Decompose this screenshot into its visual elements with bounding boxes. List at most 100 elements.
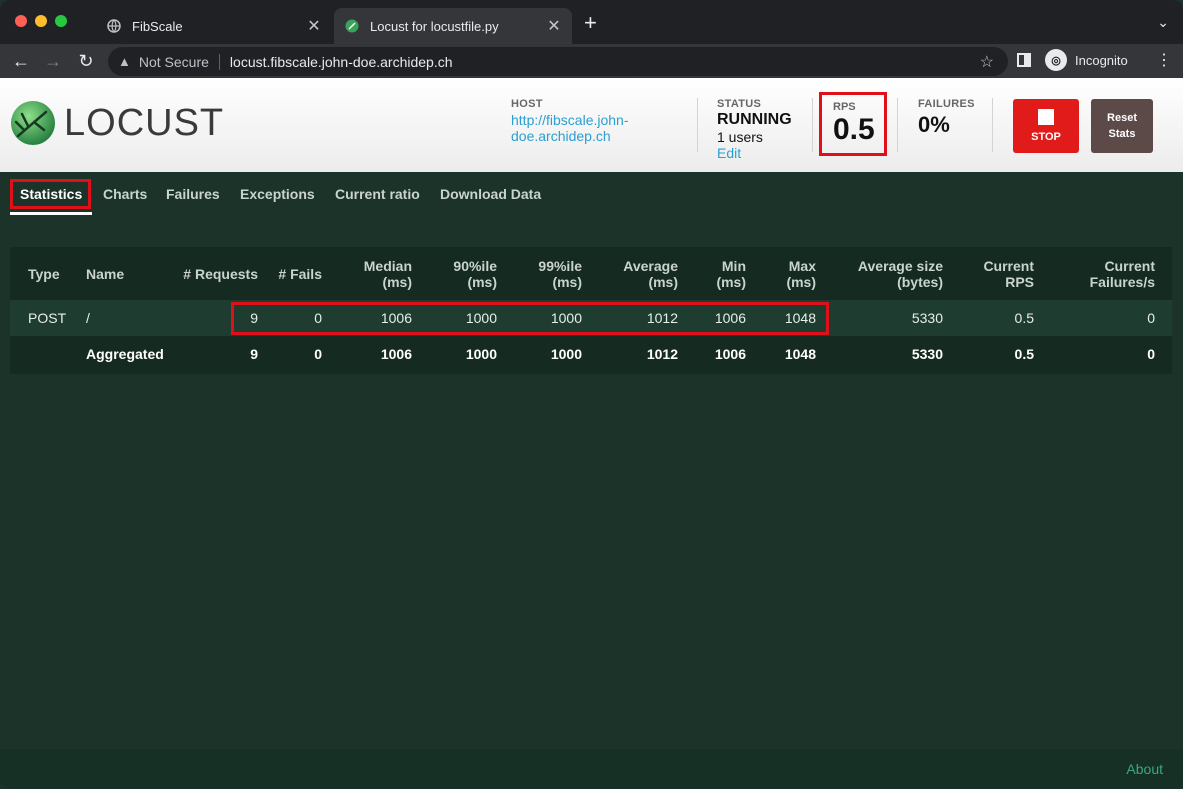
- tab-exceptions[interactable]: Exceptions: [240, 186, 315, 202]
- host-section: HOST http://fibscale.john-doe.archidep.c…: [511, 98, 641, 144]
- col-min-line2: (ms): [716, 274, 746, 290]
- browser-toolbar: ← → ↻ ▲ Not Secure locust.fibscale.john-…: [0, 44, 1183, 78]
- security-label: Not Secure: [138, 53, 209, 70]
- locust-logo[interactable]: LOCUST: [10, 100, 224, 146]
- tab-charts[interactable]: Charts: [103, 186, 147, 202]
- more-menu-icon[interactable]: ⋮: [1156, 50, 1172, 72]
- profile-label: Incognito: [1075, 52, 1128, 68]
- close-tab-icon[interactable]: ✕: [306, 16, 322, 36]
- col-99ile-line2: (ms): [552, 274, 582, 290]
- cell-average-size: 5330: [911, 310, 943, 326]
- cell-max: 1048: [784, 346, 816, 362]
- col-name[interactable]: Name: [86, 266, 124, 282]
- col-99ile[interactable]: 99%ile (ms): [538, 258, 582, 290]
- close-window-button[interactable]: [15, 15, 27, 27]
- cell-name: /: [86, 310, 90, 326]
- cell-90ile: 1000: [465, 346, 497, 362]
- col-requests[interactable]: # Requests: [183, 266, 258, 282]
- browser-window: FibScale ✕ Locust for locustfile.py ✕ + …: [0, 0, 1183, 789]
- col-max-line1: Max: [788, 258, 816, 274]
- cell-99ile: 1000: [550, 346, 582, 362]
- col-average-size[interactable]: Average size (bytes): [858, 258, 943, 290]
- reset-stats-button[interactable]: Reset Stats: [1091, 99, 1153, 153]
- minimize-window-button[interactable]: [35, 15, 47, 27]
- col-current-failures[interactable]: Current Failures/s: [1090, 258, 1155, 290]
- about-link[interactable]: About: [1126, 761, 1163, 777]
- status-section: STATUS RUNNING 1 users Edit: [717, 98, 792, 163]
- cell-name: Aggregated: [86, 346, 164, 362]
- col-median[interactable]: Median (ms): [364, 258, 412, 290]
- row-highlight: [231, 302, 829, 335]
- edit-link[interactable]: Edit: [717, 145, 741, 161]
- col-min[interactable]: Min (ms): [716, 258, 746, 290]
- tab-download-data[interactable]: Download Data: [440, 186, 541, 202]
- stop-button[interactable]: STOP: [1013, 99, 1079, 153]
- divider: [697, 98, 698, 152]
- col-average-line1: Average: [623, 258, 678, 274]
- col-current-rps-line2: RPS: [1005, 274, 1034, 290]
- col-fails[interactable]: # Fails: [278, 266, 322, 282]
- stop-icon: [1038, 109, 1054, 125]
- col-max[interactable]: Max (ms): [786, 258, 816, 290]
- col-min-line1: Min: [721, 258, 746, 274]
- col-max-line2: (ms): [786, 274, 816, 290]
- cell-requests: 9: [250, 346, 258, 362]
- cell-min: 1006: [714, 346, 746, 362]
- bookmark-star-icon[interactable]: ☆: [980, 52, 994, 72]
- failures-label: FAILURES: [918, 98, 975, 110]
- address-bar[interactable]: ▲ Not Secure locust.fibscale.john-doe.ar…: [108, 47, 1008, 76]
- footer: About: [0, 749, 1183, 789]
- locust-icon: [344, 18, 360, 34]
- col-current-rps-line1: Current: [983, 258, 1034, 274]
- window-controls: [15, 15, 67, 27]
- globe-icon: [106, 18, 122, 34]
- user-count: 1 users: [717, 129, 763, 145]
- browser-tab-fibscale[interactable]: FibScale ✕: [96, 8, 332, 44]
- cell-type: POST: [28, 310, 67, 326]
- cell-current-failures: 0: [1147, 346, 1155, 362]
- cell-average: 1012: [646, 346, 678, 362]
- rps-value: 0.5: [833, 113, 875, 146]
- cell-current-rps: 0.5: [1014, 346, 1034, 362]
- col-average-size-line1: Average size: [857, 258, 943, 274]
- col-average-size-line2: (bytes): [897, 274, 943, 290]
- host-label: HOST: [511, 98, 543, 110]
- host-link[interactable]: http://fibscale.john-doe.archidep.ch: [511, 112, 641, 144]
- col-90ile[interactable]: 90%ile (ms): [453, 258, 497, 290]
- rps-section: RPS 0.5: [819, 92, 887, 156]
- cell-fails: 0: [314, 346, 322, 362]
- tab-title: Locust for locustfile.py: [370, 18, 499, 34]
- col-median-line1: Median: [363, 258, 412, 274]
- forward-arrow-icon[interactable]: →: [42, 50, 64, 72]
- warning-icon: ▲: [118, 54, 131, 69]
- col-current-failures-line2: Failures/s: [1089, 274, 1155, 290]
- col-average[interactable]: Average (ms): [623, 258, 678, 290]
- side-panel-icon[interactable]: [1017, 53, 1031, 67]
- col-median-line2: (ms): [382, 274, 412, 290]
- maximize-window-button[interactable]: [55, 15, 67, 27]
- cell-average-size: 5330: [911, 346, 943, 362]
- back-arrow-icon[interactable]: ←: [10, 50, 32, 72]
- tab-statistics[interactable]: Statistics: [20, 186, 82, 202]
- divider: [812, 98, 813, 152]
- reload-icon[interactable]: ↻: [75, 50, 97, 72]
- incognito-profile-button[interactable]: ◎ Incognito: [1045, 49, 1128, 71]
- rps-label: RPS: [833, 101, 856, 113]
- browser-tab-locust[interactable]: Locust for locustfile.py ✕: [334, 8, 572, 44]
- chevron-down-icon[interactable]: ⌄: [1157, 14, 1169, 31]
- col-current-rps[interactable]: Current RPS: [983, 258, 1034, 290]
- logo-text: LOCUST: [64, 101, 225, 144]
- col-90ile-line2: (ms): [467, 274, 497, 290]
- tab-failures[interactable]: Failures: [166, 186, 220, 202]
- locust-header: LOCUST HOST http://fibscale.john-doe.arc…: [0, 78, 1183, 172]
- col-99ile-line1: 99%ile: [538, 258, 582, 274]
- failures-section: FAILURES 0%: [918, 98, 975, 138]
- col-90ile-line1: 90%ile: [453, 258, 497, 274]
- url-text: locust.fibscale.john-doe.archidep.ch: [229, 53, 453, 70]
- divider: [897, 98, 898, 152]
- tab-current-ratio[interactable]: Current ratio: [335, 186, 420, 202]
- col-type[interactable]: Type: [28, 266, 60, 282]
- close-tab-icon[interactable]: ✕: [546, 16, 562, 36]
- cell-median: 1006: [380, 346, 412, 362]
- new-tab-icon[interactable]: +: [584, 12, 597, 34]
